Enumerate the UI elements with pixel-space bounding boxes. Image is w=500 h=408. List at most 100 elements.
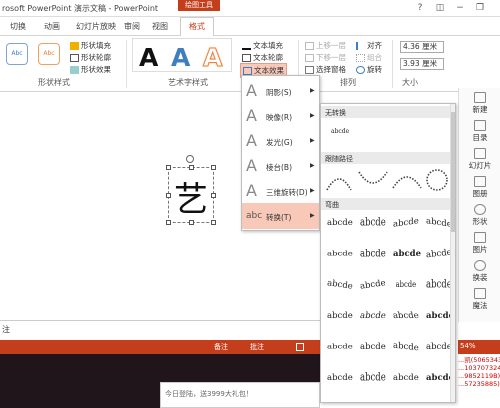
resize-handle[interactable] xyxy=(211,165,216,170)
tab-view[interactable]: 视图 xyxy=(152,21,168,32)
warp-option[interactable]: abcde xyxy=(327,311,353,321)
tab-transitions[interactable]: 切换 xyxy=(10,21,26,32)
warp-option[interactable]: abcde xyxy=(392,311,420,321)
art-styles-gallery: A A A xyxy=(132,38,232,73)
menu-item-transform[interactable]: abc 转换(T) ▶ xyxy=(242,203,319,229)
text-box[interactable]: 艺 xyxy=(166,165,216,225)
warp-option[interactable]: abcde xyxy=(393,216,419,230)
warp-option[interactable]: abcde xyxy=(327,343,353,351)
menu-item-shadow[interactable]: A 阴影(S) ▶ xyxy=(242,78,319,104)
shape-style-1[interactable]: Abc xyxy=(6,43,28,65)
height-field[interactable]: 4.36 厘米 xyxy=(400,41,444,53)
warp-option[interactable]: abcde xyxy=(360,372,386,385)
shape-outline-button[interactable]: 形状轮廓 xyxy=(70,52,111,63)
send-backward-icon xyxy=(305,54,314,62)
resize-handle[interactable] xyxy=(166,193,171,198)
warp-option[interactable]: abcde xyxy=(393,373,419,383)
no-transform-option[interactable]: abcde xyxy=(331,128,349,135)
log-line: ...凯(50653436 xyxy=(458,356,500,364)
resize-handle[interactable] xyxy=(166,220,171,225)
menu-item-glow[interactable]: A 发光(G) ▶ xyxy=(242,128,319,154)
help-button[interactable]: ? xyxy=(412,2,428,14)
zoom-status[interactable]: 54% xyxy=(458,340,500,354)
warp-option[interactable]: abcde xyxy=(327,373,353,383)
group-button[interactable]: 组合 xyxy=(356,52,382,63)
art-style-blue[interactable]: A xyxy=(171,43,190,72)
warp-option[interactable]: abcde xyxy=(359,278,386,291)
text-fill-icon xyxy=(242,42,251,50)
warp-option[interactable]: abcde xyxy=(359,311,387,321)
warp-option[interactable]: abcde xyxy=(360,248,386,260)
minimize-button[interactable]: − xyxy=(452,2,468,14)
warp-option[interactable]: abcde xyxy=(426,342,452,352)
panel-outfit[interactable]: 换装 xyxy=(459,260,500,283)
rotate-handle[interactable] xyxy=(186,155,194,163)
transform-gallery: 无转换 abcde 跟随路径 弯曲 abcde abcde abcde abcde ab… xyxy=(320,103,456,403)
ribbon-display-button[interactable]: ◫ xyxy=(432,2,448,14)
menu-item-reflection[interactable]: A 映像(R) ▶ xyxy=(242,103,319,129)
tab-review[interactable]: 审阅 xyxy=(124,21,140,32)
art-style-orange[interactable]: A xyxy=(202,43,222,73)
arrange-label: 排列 xyxy=(340,78,356,87)
warp-option[interactable]: abcde xyxy=(360,342,386,352)
panel-shapes[interactable]: 形状 xyxy=(459,204,500,227)
chat-popup[interactable]: 今日登陆，送3999大礼包！ xyxy=(160,382,320,408)
text-fill-button[interactable]: 文本填充 xyxy=(242,40,283,51)
shape-effects-button[interactable]: 形状效果 xyxy=(70,64,111,75)
warp-option[interactable]: abcde xyxy=(360,217,386,230)
panel-new[interactable]: 新建 xyxy=(459,92,500,115)
warp-option[interactable]: abcde xyxy=(426,216,452,230)
effects-icon xyxy=(70,66,79,74)
rotate-button[interactable]: 旋转 xyxy=(356,64,382,75)
resize-handle[interactable] xyxy=(189,165,194,170)
panel-album[interactable]: 图册 xyxy=(459,176,500,199)
warp-option[interactable]: abcde xyxy=(426,279,452,292)
warp-option[interactable]: abcde xyxy=(396,280,417,290)
resize-handle[interactable] xyxy=(211,193,216,198)
restore-button[interactable]: ❐ xyxy=(472,2,488,14)
shadow-icon: A xyxy=(246,81,257,100)
submenu-arrow-icon: ▶ xyxy=(310,112,315,119)
resize-handle[interactable] xyxy=(211,220,216,225)
text-effects-menu: A 阴影(S) ▶ A 映像(R) ▶ A 发光(G) ▶ A 棱台(B) ▶ A 三维旋转(D)… xyxy=(241,75,320,231)
normal-view-icon[interactable] xyxy=(296,343,304,351)
notes-toggle[interactable]: 备注 xyxy=(214,342,228,352)
submenu-arrow-icon: ▶ xyxy=(310,162,315,169)
outline-icon xyxy=(70,54,79,62)
notes-label: 注 xyxy=(2,325,10,334)
warp-option[interactable]: abcde xyxy=(327,218,353,228)
gallery-scrollbar[interactable] xyxy=(450,104,455,402)
menu-item-bevel[interactable]: A 棱台(B) ▶ xyxy=(242,153,319,179)
align-icon xyxy=(356,42,365,50)
text-outline-button[interactable]: 文本轮廓 xyxy=(242,52,283,63)
resize-handle[interactable] xyxy=(189,220,194,225)
tab-slideshow[interactable]: 幻灯片放映 xyxy=(76,21,116,32)
tab-format[interactable]: 格式 xyxy=(180,17,214,37)
comments-toggle[interactable]: 批注 xyxy=(250,342,264,352)
align-button[interactable]: 对齐 xyxy=(356,40,382,51)
tab-animations[interactable]: 动画 xyxy=(44,21,60,32)
scrollbar-thumb[interactable] xyxy=(451,112,455,232)
shape-style-2[interactable]: Abc xyxy=(38,43,60,65)
warp-option[interactable]: abcde xyxy=(393,249,421,259)
warp-option[interactable]: abcde xyxy=(426,248,453,261)
bevel-icon: A xyxy=(246,156,257,175)
art-style-black[interactable]: A xyxy=(139,43,158,72)
send-backward-button[interactable]: 下移一层 xyxy=(305,52,346,63)
warp-option[interactable]: abcde xyxy=(327,250,353,258)
shape-fill-button[interactable]: 形状填充 xyxy=(70,40,111,51)
selection-pane-button[interactable]: 选择窗格 xyxy=(305,64,346,75)
notes-pane[interactable]: 注 xyxy=(0,320,320,340)
panel-magic[interactable]: 魔法 xyxy=(459,288,500,311)
warp-option[interactable]: abcde xyxy=(393,341,419,354)
chat-text: 今日登陆，送3999大礼包！ xyxy=(165,390,253,398)
resize-handle[interactable] xyxy=(166,165,171,170)
panel-toc[interactable]: 目录 xyxy=(459,120,500,143)
warp-option[interactable]: abcde xyxy=(326,278,353,291)
menu-item-3d-rotation[interactable]: A 三维旋转(D) ▶ xyxy=(242,178,319,204)
bring-forward-button[interactable]: 上移一层 xyxy=(305,40,346,51)
panel-pictures[interactable]: 图片 xyxy=(459,232,500,255)
follow-path-options[interactable] xyxy=(321,164,455,196)
panel-slides[interactable]: 幻灯片 xyxy=(459,148,500,171)
width-field[interactable]: 3.93 厘米 xyxy=(400,58,444,70)
